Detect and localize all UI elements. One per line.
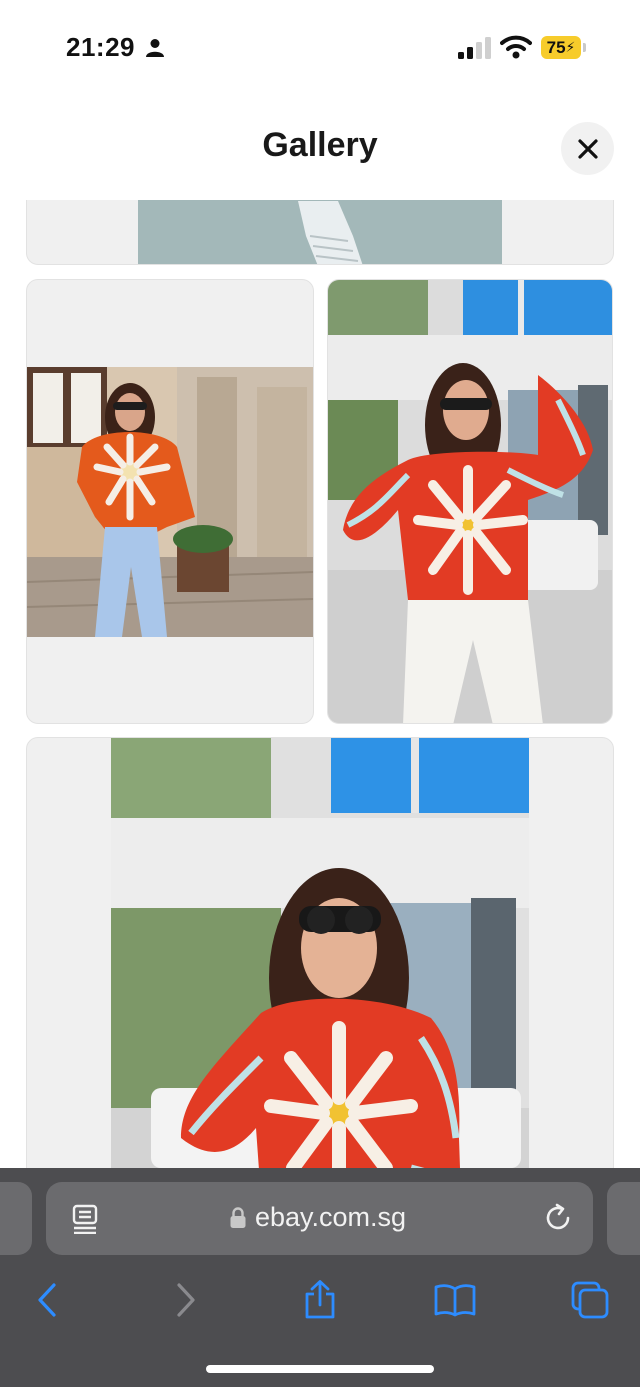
browser-toolbar: ebay.com.sg (0, 1168, 640, 1387)
battery-icon: 75 ⚡ (541, 36, 581, 59)
next-tab-preview[interactable] (607, 1182, 640, 1255)
gallery-image-3[interactable] (327, 279, 613, 724)
product-photo-3 (328, 280, 612, 723)
product-photo-4 (111, 738, 529, 1170)
status-time: 21:29 (66, 32, 135, 62)
product-photo-1 (138, 200, 502, 264)
gallery-image-2[interactable] (26, 279, 314, 724)
gallery-image-1[interactable] (26, 200, 614, 265)
home-indicator (206, 1365, 434, 1373)
bookmarks-button[interactable] (430, 1276, 480, 1324)
status-bar: 21:29 75 ⚡ (0, 0, 640, 95)
reload-icon[interactable] (543, 1203, 573, 1233)
browser-nav-row (0, 1276, 640, 1336)
signal-icon (458, 37, 491, 59)
person-icon (146, 39, 164, 57)
address-bar[interactable]: ebay.com.sg (46, 1182, 593, 1255)
bookmarks-icon (434, 1284, 476, 1317)
wifi-icon (500, 35, 532, 59)
battery-cap (583, 43, 586, 52)
tabs-icon (571, 1281, 609, 1319)
back-button[interactable] (22, 1276, 72, 1324)
share-button[interactable] (295, 1276, 345, 1324)
gallery-grid (0, 200, 640, 1170)
page-title: Gallery (262, 126, 378, 164)
product-photo-2 (27, 367, 313, 637)
close-button[interactable] (561, 122, 614, 175)
back-icon (38, 1283, 56, 1317)
previous-tab-preview[interactable] (0, 1182, 32, 1255)
lock-icon (230, 1207, 246, 1228)
share-icon (305, 1280, 335, 1319)
close-icon (577, 138, 598, 159)
gallery-image-4[interactable] (26, 737, 614, 1170)
battery-level: 75 (546, 37, 566, 57)
forward-icon (177, 1283, 195, 1317)
reader-icon[interactable] (72, 1204, 98, 1234)
tabs-button[interactable] (565, 1276, 615, 1324)
forward-button[interactable] (161, 1276, 211, 1324)
url-text: ebay.com.sg (255, 1202, 407, 1232)
